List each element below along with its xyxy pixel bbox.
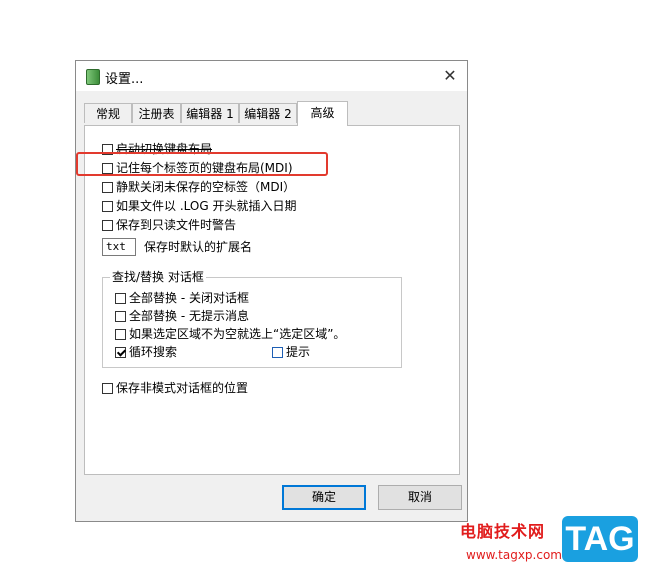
close-icon[interactable]: ✕ [439, 65, 461, 87]
checkbox[interactable] [115, 329, 126, 340]
option-save-dialog-position[interactable]: 保存非模式对话框的位置 [102, 380, 248, 396]
advanced-panel: 启动切换键盘布局 记住每个标签页的键盘布局(MDI) 静默关闭未保存的空标签（M… [84, 125, 460, 475]
option-selection-auto[interactable]: 如果选定区域不为空就选上“选定区域”。 [115, 326, 345, 342]
checkbox[interactable] [102, 220, 113, 231]
option-wrap-search[interactable]: 循环搜索 [115, 344, 177, 360]
option-replace-all-close[interactable]: 全部替换 - 关闭对话框 [115, 290, 249, 306]
dialog-title: 设置... [105, 72, 144, 87]
default-extension-input[interactable]: txt [102, 238, 136, 256]
checkbox[interactable] [115, 293, 126, 304]
notepad-app-icon [86, 69, 100, 85]
tab-registry[interactable]: 注册表 [132, 103, 181, 123]
watermark-tag-logo: TAG [562, 516, 638, 562]
checkbox[interactable] [102, 383, 113, 394]
option-prompt[interactable]: 提示 [272, 344, 310, 360]
cancel-button[interactable]: 取消 [378, 485, 462, 510]
option-silent-close-empty[interactable]: 静默关闭未保存的空标签（MDI） [102, 179, 295, 195]
checkbox[interactable] [102, 201, 113, 212]
tab-advanced[interactable]: 高级 [297, 101, 348, 126]
title-bar: 设置... ✕ [76, 61, 467, 91]
option-log-insert-date[interactable]: 如果文件以 .LOG 开头就插入日期 [102, 198, 296, 214]
checkbox[interactable] [115, 311, 126, 322]
checkbox[interactable] [102, 182, 113, 193]
settings-dialog: 设置... ✕ 常规 注册表 编辑器 1 编辑器 2 高级 启动切换键盘布局 记… [75, 60, 468, 522]
watermark-url: www.tagxp.com [466, 548, 562, 562]
default-extension-label: 保存时默认的扩展名 [144, 240, 253, 254]
tab-editor-2[interactable]: 编辑器 2 [239, 103, 297, 123]
annotation-highlight-box [76, 152, 328, 176]
watermark-text: 电脑技术网 [460, 522, 546, 541]
tab-general[interactable]: 常规 [84, 103, 132, 123]
option-readonly-warning[interactable]: 保存到只读文件时警告 [102, 217, 236, 233]
checkbox[interactable] [272, 347, 283, 358]
find-replace-group-title: 查找/替换 对话框 [110, 269, 206, 285]
tab-editor-1[interactable]: 编辑器 1 [181, 103, 239, 123]
ok-button[interactable]: 确定 [282, 485, 366, 510]
checkbox-checked[interactable] [115, 347, 126, 358]
option-replace-all-silent[interactable]: 全部替换 - 无提示消息 [115, 308, 249, 324]
